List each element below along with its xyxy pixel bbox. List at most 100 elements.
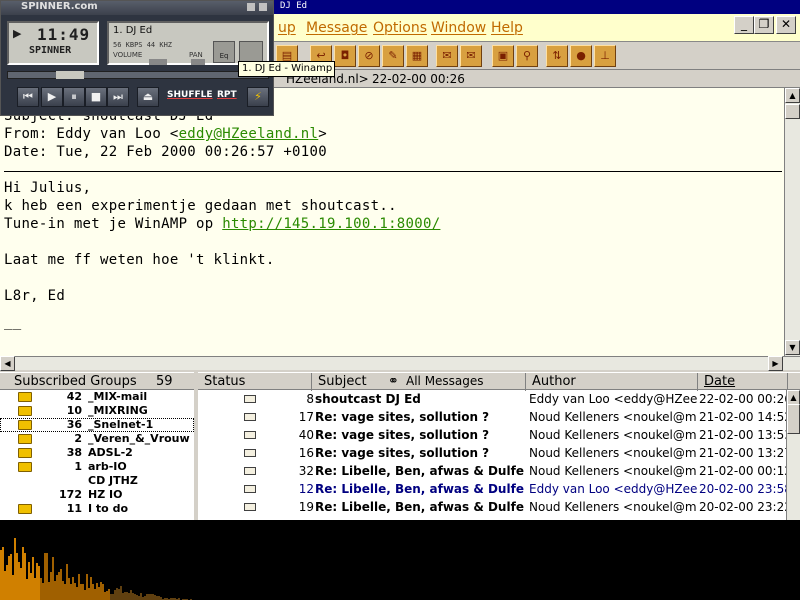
spectrum-bar [26,579,28,600]
message-row[interactable]: 32 Re: Libelle, Ben, afwas & Dulfer Noud K… [198,462,789,480]
volume-slider[interactable] [149,59,167,65]
scroll-up-button[interactable]: ▲ [785,88,800,103]
lightning-icon[interactable]: ⚡ [247,87,269,107]
edit-icon[interactable]: ✎ [382,45,404,67]
winamp-close-button[interactable] [259,3,267,11]
menu-group[interactable]: up [278,20,296,36]
message-row[interactable]: 16 Re: vage sites, sollution ? Noud Kellen… [198,444,789,462]
scroll-down-button[interactable]: ▼ [785,340,800,355]
group-row[interactable]: 11 I to do [0,502,194,516]
seek-bar[interactable] [7,71,269,79]
message-row[interactable]: 8 shoutcast DJ Ed Eddy van Loo <eddy@HZeel… [198,390,789,408]
pause-icon[interactable]: ⏸ [63,87,85,107]
close-button[interactable]: ✕ [776,16,796,34]
winamp-minimize-button[interactable] [247,3,255,11]
antenna-icon[interactable]: ⊥ [594,45,616,67]
spectrum-bar [158,596,160,600]
envelope-icon [244,449,256,457]
stop-icon[interactable]: ⊘ [358,45,380,67]
column-status[interactable]: Status [198,373,312,391]
group-count: 42 [66,390,82,403]
from-prefix: From: Eddy van Loo < [4,126,179,142]
spectrum-bar [18,562,20,600]
menu-help[interactable]: Help [491,20,523,36]
group-name: _Veren_&_Vrouw [88,432,190,445]
from-email-link[interactable]: eddy@HZeeland.nl [179,126,319,142]
group-row[interactable]: 10 _MIXRING [0,404,194,418]
pan-slider[interactable] [191,59,205,65]
spectrum-bar [40,578,42,600]
message-vertical-scrollbar[interactable]: ▲ ▼ [784,88,800,356]
stop-icon[interactable]: ■ [85,87,107,107]
spectrum-bar [120,586,122,600]
column-subject[interactable]: Subject ⚭ All Messages [312,373,526,391]
scroll-right-button[interactable]: ▶ [768,356,783,371]
eject-icon[interactable]: ⏏ [137,87,159,107]
group-row[interactable]: 172 HZ IO [0,488,194,502]
message-list-scrollbar[interactable]: ▲ [786,390,800,520]
reply-message-icon[interactable]: ✉ [460,45,482,67]
minimize-button[interactable]: _ [734,16,754,34]
message-number: 17 [298,410,314,424]
repeat-button[interactable]: RPT [217,90,237,100]
eq-button[interactable]: Eq [213,41,235,63]
shuffle-button[interactable]: SHUFFLE [167,90,213,100]
spectrum-bar [94,589,96,600]
restore-button[interactable]: ❐ [754,16,774,34]
send-receive-icon[interactable]: ⇅ [546,45,568,67]
new-message-icon[interactable]: ✉ [436,45,458,67]
playback-time[interactable]: 11:49 [37,25,90,44]
seek-thumb[interactable] [56,71,84,79]
stop-sign-icon[interactable]: ● [570,45,592,67]
group-row[interactable]: 1 arb-IO [0,460,194,474]
scroll-thumb[interactable] [785,104,800,119]
spectrum-bar [36,563,38,600]
column-subject-label: Subject [318,374,367,389]
message-row[interactable]: 12 Re: Libelle, Ben, afwas & Dulfer Eddy v… [198,480,789,498]
group-row[interactable]: 38 ADSL-2 [0,446,194,460]
menu-message[interactable]: Message [306,20,367,36]
message-author: Eddy van Loo <eddy@HZeelan [529,482,697,496]
filter-label[interactable]: All Messages [406,373,484,390]
scroll-up-button[interactable]: ▲ [787,390,800,405]
header-divider [4,171,782,172]
spectrum-bar [106,591,108,600]
spectrum-bar [22,547,24,600]
winamp-player[interactable]: SPINNER.com ▶ 11:49 SPINNER 1. DJ Ed 56 … [0,0,274,116]
menu-window[interactable]: Window [431,20,486,36]
binoculars-icon[interactable]: ⚭ [388,373,399,390]
spectrum-bar [114,590,116,600]
winamp-title-bar[interactable]: SPINNER.com [1,1,273,15]
spectrum-bar [60,569,62,600]
previous-icon[interactable]: ⏮ [17,87,39,107]
column-date[interactable]: Date [698,373,788,391]
groups-header[interactable]: Subscribed Groups 59 [0,372,194,390]
group-name: CD JTHZ [88,474,138,487]
playlist-button[interactable] [239,41,263,63]
address-book-icon[interactable]: ▣ [492,45,514,67]
scroll-thumb[interactable] [787,404,800,434]
print-icon[interactable]: ▦ [406,45,428,67]
group-row[interactable]: 2 _Veren_&_Vrouw [0,432,194,446]
folder-icon [18,392,32,402]
group-row-selected[interactable]: 36 _Snelnet-1 [0,418,194,432]
message-row[interactable]: 19 Re: Libelle, Ben, afwas & Dulfer Noud K… [198,498,789,516]
column-author[interactable]: Author [526,373,698,391]
message-row[interactable]: 40 Re: vage sites, sollution ? Noud Kellen… [198,426,789,444]
stream-url-link[interactable]: http://145.19.100.1:8000/ [222,216,440,232]
next-icon[interactable]: ⏭ [107,87,129,107]
spectrum-bar [0,550,2,600]
attach-icon[interactable]: ⚲ [516,45,538,67]
menu-options[interactable]: Options [373,20,427,36]
play-icon[interactable]: ▶ [41,87,63,107]
lock-icon[interactable]: ◘ [334,45,356,67]
message-row[interactable]: 17 Re: vage sites, sollution ? Noud Kellen… [198,408,789,426]
group-row[interactable]: 42 _MIX-mail [0,390,194,404]
message-horizontal-scrollbar[interactable]: ◀ ▶ [0,356,800,371]
group-row[interactable]: CD JTHZ [0,474,194,488]
scroll-left-button[interactable]: ◀ [0,356,15,371]
spectrum-bar [78,574,80,600]
spectrum-bar [84,590,86,600]
group-count: 172 [59,488,82,501]
volume-label: VOLUME [113,51,143,59]
